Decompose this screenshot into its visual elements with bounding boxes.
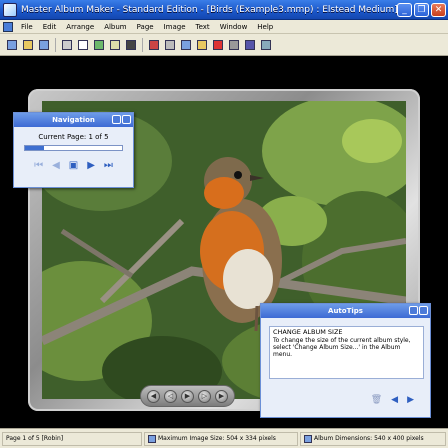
toolbar-separator (55, 37, 56, 52)
frame-controls: ◀ ◁ ▶ ▷ ▶ (140, 385, 235, 407)
toolbar-separator (142, 37, 143, 52)
image-size-icon (148, 434, 156, 443)
panel-menu-icon[interactable] (112, 115, 121, 124)
restore-button[interactable]: ❐ (414, 2, 429, 17)
app-icon[interactable] (3, 2, 17, 17)
album-dimensions-icon (304, 434, 312, 443)
add-page-icon[interactable] (76, 38, 90, 52)
close-button[interactable]: ✕ (431, 2, 446, 17)
last-slide-icon[interactable]: ▶ (215, 389, 228, 403)
zoom-icon[interactable] (259, 38, 273, 52)
layout-icon[interactable] (147, 38, 161, 52)
toolbar (0, 34, 448, 56)
cut-icon[interactable] (163, 38, 177, 52)
next-slide-icon[interactable]: ▷ (198, 389, 211, 403)
autotips-body: To change the size of the current album … (273, 337, 411, 358)
trash-icon[interactable]: 🗑 (371, 395, 382, 405)
status-bar: Page 1 of 5 [Robin] Maximum Image Size: … (0, 428, 448, 448)
new-album-icon[interactable] (5, 38, 19, 52)
document-icon[interactable] (3, 21, 13, 32)
paste-icon[interactable] (195, 38, 209, 52)
minimize-button[interactable]: _ (397, 2, 412, 17)
save-icon[interactable] (37, 38, 51, 52)
last-page-icon[interactable]: ⏭ (104, 161, 113, 171)
first-slide-icon[interactable]: ◀ (147, 389, 160, 403)
autotips-text-area: CHANGE ALBUM SIZE To change the size of … (269, 326, 424, 379)
film-icon[interactable] (124, 38, 138, 52)
panel-pin-icon[interactable] (122, 115, 131, 124)
navigation-title: Navigation (52, 116, 95, 124)
autotips-panel: AutoTips CHANGE ALBUM SIZE To change the… (260, 303, 431, 418)
go-to-page-icon[interactable]: ▣ (69, 161, 78, 171)
menu-text[interactable]: Text (191, 23, 215, 31)
page-progress-bar[interactable] (24, 145, 123, 151)
panel-pin-icon[interactable] (419, 306, 428, 315)
menu-album[interactable]: Album (99, 23, 131, 31)
text-icon[interactable] (227, 38, 241, 52)
navigation-panel: Navigation Current Page: 1 of 5 ⏮ ◀ ▣ ▶ … (13, 112, 134, 188)
menu-help[interactable]: Help (252, 23, 278, 31)
previous-tip-icon[interactable]: ◀ (391, 395, 398, 405)
next-tip-icon[interactable]: ▶ (407, 395, 414, 405)
navigation-buttons: ⏮ ◀ ▣ ▶ ⏭ (14, 161, 133, 171)
status-album-dimensions-text: Album Dimensions: 540 x 400 pixels (314, 435, 424, 442)
slide-icon[interactable] (108, 38, 122, 52)
menu-edit[interactable]: Edit (38, 23, 62, 31)
import-image-icon[interactable] (92, 38, 106, 52)
print-icon[interactable] (60, 38, 74, 52)
autotips-heading: CHANGE ALBUM SIZE (273, 328, 343, 336)
delete-icon[interactable] (211, 38, 225, 52)
panel-menu-icon[interactable] (409, 306, 418, 315)
previous-page-icon[interactable]: ◀ (52, 161, 60, 171)
menu-window[interactable]: Window (215, 23, 253, 31)
open-icon[interactable] (21, 38, 35, 52)
status-max-image-size-text: Maximum Image Size: 504 x 334 pixels (158, 435, 276, 442)
next-page-icon[interactable]: ▶ (87, 161, 95, 171)
current-page-label: Current Page: 1 of 5 (38, 133, 109, 141)
title-bar: Master Album Maker - Standard Edition - … (0, 0, 448, 20)
autotips-title: AutoTips (328, 307, 363, 315)
status-album-dimensions: Album Dimensions: 540 x 400 pixels (300, 431, 446, 446)
draw-icon[interactable] (243, 38, 257, 52)
copy-icon[interactable] (179, 38, 193, 52)
menu-image[interactable]: Image (159, 23, 191, 31)
menu-page[interactable]: Page (132, 23, 159, 31)
autotips-title-bar[interactable]: AutoTips (261, 304, 430, 318)
app-window: Master Album Maker - Standard Edition - … (0, 0, 448, 448)
status-max-image-size: Maximum Image Size: 504 x 334 pixels (144, 431, 298, 446)
navigation-title-bar[interactable]: Navigation (14, 113, 133, 127)
window-title: Master Album Maker - Standard Edition - … (21, 4, 397, 15)
prev-slide-icon[interactable]: ◁ (164, 389, 177, 403)
menu-arrange[interactable]: Arrange (61, 23, 99, 31)
play-icon[interactable]: ▶ (181, 389, 194, 403)
autotips-buttons: 🗑 ◀ ▶ (371, 395, 414, 405)
menu-bar: File Edit Arrange Album Page Image Text … (0, 20, 448, 34)
first-page-icon[interactable]: ⏮ (34, 161, 43, 171)
status-page: Page 1 of 5 [Robin] (2, 431, 142, 446)
page-progress-fill (25, 146, 45, 150)
menu-file[interactable]: File (16, 23, 38, 31)
